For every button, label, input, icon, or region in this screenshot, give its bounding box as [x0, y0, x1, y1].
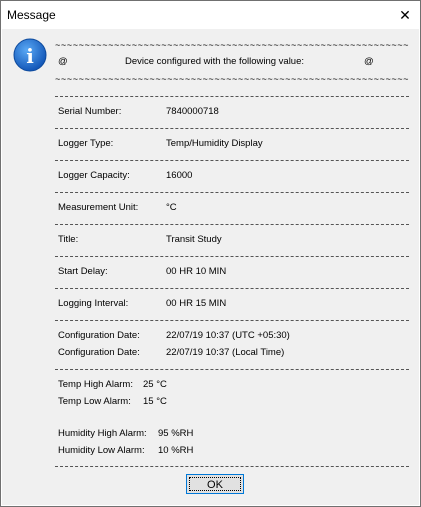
- start-delay-row: Start Delay: 00 HR 10 MIN: [55, 265, 411, 279]
- separator: [55, 320, 409, 321]
- humidity-high-alarm-row: Humidity High Alarm: 95 %RH: [55, 427, 411, 441]
- humidity-high-alarm-value: 95 %RH: [158, 428, 194, 439]
- temp-high-alarm-value: 25 °C: [143, 379, 167, 390]
- separator: [55, 256, 409, 257]
- logger-capacity-label: Logger Capacity:: [58, 170, 130, 181]
- configuration-date-value-local: 22/07/19 10:37 (Local Time): [166, 347, 285, 358]
- humidity-low-alarm-row: Humidity Low Alarm: 10 %RH: [55, 444, 411, 458]
- separator: [55, 128, 409, 129]
- separator: [55, 224, 409, 225]
- message-heading-row: @ Device configured with the following v…: [55, 53, 411, 70]
- heading-at-right: @: [364, 56, 374, 67]
- logger-capacity-value: 16000: [166, 170, 193, 181]
- message-dialog: Message ✕ i ~~~~~~~~~~~~~~~~~~~~~~~~~~~~…: [0, 0, 421, 507]
- logger-capacity-row: Logger Capacity: 16000: [55, 169, 411, 183]
- separator: [55, 96, 409, 97]
- start-delay-value: 00 HR 10 MIN: [166, 266, 227, 277]
- serial-number-row: Serial Number: 7840000718: [55, 105, 411, 119]
- start-delay-label: Start Delay:: [58, 266, 108, 277]
- serial-number-label: Serial Number:: [58, 106, 122, 117]
- ok-button[interactable]: OK: [186, 474, 244, 494]
- logger-type-label: Logger Type:: [58, 138, 114, 149]
- separator: [55, 160, 409, 161]
- humidity-low-alarm-label: Humidity Low Alarm:: [58, 445, 145, 456]
- configuration-date-label: Configuration Date:: [58, 330, 140, 341]
- humidity-low-alarm-value: 10 %RH: [158, 445, 194, 456]
- serial-number-value: 7840000718: [166, 106, 219, 117]
- separator: [55, 192, 409, 193]
- window-title: Message: [7, 8, 56, 22]
- temp-high-alarm-label: Temp High Alarm:: [58, 379, 133, 390]
- temp-high-alarm-row: Temp High Alarm: 25 °C: [55, 378, 411, 392]
- separator: [55, 288, 409, 289]
- separator: [55, 369, 409, 370]
- logger-type-value: Temp/Humidity Display: [166, 138, 263, 149]
- dialog-body: i ~~~~~~~~~~~~~~~~~~~~~~~~~~~~~~~~~~~~~~…: [2, 29, 419, 505]
- measurement-unit-label: Measurement Unit:: [58, 202, 139, 213]
- tilde-line: ~~~~~~~~~~~~~~~~~~~~~~~~~~~~~~~~~~~~~~~~…: [55, 75, 410, 85]
- configuration-date-value-utc: 22/07/19 10:37 (UTC +05:30): [166, 330, 290, 341]
- configuration-date-row-local: Configuration Date: 22/07/19 10:37 (Loca…: [55, 346, 411, 360]
- temp-low-alarm-value: 15 °C: [143, 396, 167, 407]
- separator: [55, 466, 409, 467]
- title-label: Title:: [58, 234, 79, 245]
- logger-type-row: Logger Type: Temp/Humidity Display: [55, 137, 411, 151]
- measurement-unit-row: Measurement Unit: °C: [55, 201, 411, 215]
- temp-low-alarm-label: Temp Low Alarm:: [58, 396, 131, 407]
- temp-low-alarm-row: Temp Low Alarm: 15 °C: [55, 395, 411, 409]
- title-bar: Message ✕: [1, 1, 420, 29]
- message-heading: Device configured with the following val…: [125, 56, 305, 67]
- configuration-date-label: Configuration Date:: [58, 347, 140, 358]
- tilde-line: ~~~~~~~~~~~~~~~~~~~~~~~~~~~~~~~~~~~~~~~~…: [55, 41, 410, 51]
- logging-interval-row: Logging Interval: 00 HR 15 MIN: [55, 297, 411, 311]
- configuration-date-row-utc: Configuration Date: 22/07/19 10:37 (UTC …: [55, 329, 411, 343]
- logging-interval-value: 00 HR 15 MIN: [166, 298, 227, 309]
- measurement-unit-value: °C: [166, 202, 177, 213]
- title-row: Title: Transit Study: [55, 233, 411, 247]
- logging-interval-label: Logging Interval:: [58, 298, 129, 309]
- close-icon[interactable]: ✕: [394, 4, 416, 26]
- title-value: Transit Study: [166, 234, 222, 245]
- info-icon-glyph: i: [26, 44, 34, 68]
- heading-at-left: @: [58, 56, 68, 67]
- ok-button-label: OK: [207, 479, 223, 491]
- message-text: ~~~~~~~~~~~~~~~~~~~~~~~~~~~~~~~~~~~~~~~~…: [55, 38, 411, 467]
- humidity-high-alarm-label: Humidity High Alarm:: [58, 428, 147, 439]
- info-icon: i: [13, 38, 47, 72]
